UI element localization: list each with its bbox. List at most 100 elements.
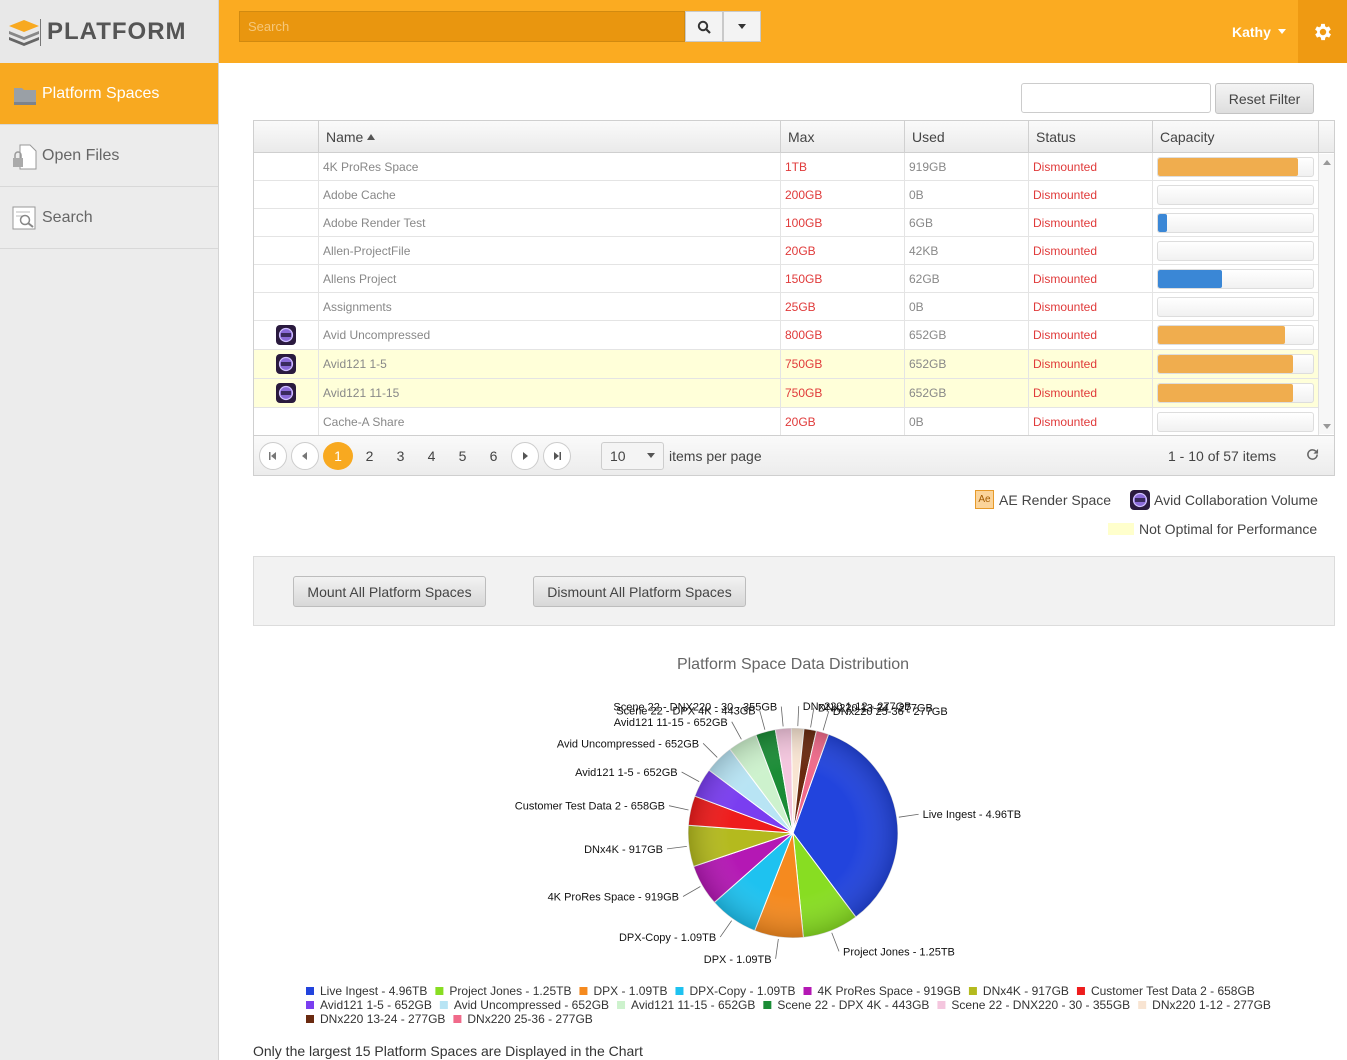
table-row[interactable]: Avid121 11-15 750GB 652GB Dismounted	[254, 379, 1334, 408]
table-row[interactable]: Adobe Render Test 100GB 6GB Dismounted	[254, 209, 1334, 237]
legend-item[interactable]: Avid Uncompressed - 652GB	[454, 998, 609, 1012]
column-header-status[interactable]: Status	[1029, 121, 1153, 153]
slice-label: Scene 22 - DNX220 - 30 - 355GB	[613, 702, 777, 714]
legend-label: Not Optimal for Performance	[1139, 521, 1318, 537]
avid-volume-icon	[276, 325, 296, 345]
settings-button[interactable]	[1298, 0, 1347, 63]
space-status: Dismounted	[1029, 237, 1153, 264]
brand-logo[interactable]: PLATFORM	[0, 0, 218, 63]
capacity-cell	[1153, 350, 1319, 378]
table-row[interactable]: Allens Project 150GB 62GB Dismounted	[254, 265, 1334, 293]
space-used: 919GB	[905, 153, 1029, 180]
previous-page-button[interactable]	[291, 441, 319, 470]
mount-all-button[interactable]: Mount All Platform Spaces	[293, 576, 486, 607]
column-header-capacity[interactable]: Capacity	[1153, 121, 1319, 153]
space-name: Avid Uncompressed	[319, 321, 781, 349]
first-page-button[interactable]	[259, 441, 287, 470]
legend-item[interactable]: DNx220 1-12 - 277GB	[1152, 998, 1271, 1012]
scroll-down-icon[interactable]	[1319, 422, 1335, 432]
next-page-icon	[523, 451, 528, 460]
slice-leader-line	[780, 706, 784, 727]
search-box	[239, 11, 781, 42]
legend-item[interactable]: Project Jones - 1.25TB	[449, 984, 571, 998]
items-per-page-label: items per page	[669, 447, 762, 464]
sidebar-item-open-files[interactable]: Open Files	[0, 125, 218, 187]
table-row[interactable]: Cache-A Share 20GB 0B Dismounted	[254, 408, 1334, 436]
legend-swatch	[763, 1001, 772, 1009]
folder-icon	[12, 81, 38, 107]
page-4-button[interactable]: 4	[416, 442, 447, 470]
page-3-button[interactable]: 3	[385, 442, 416, 470]
user-menu[interactable]: Kathy	[1232, 24, 1287, 40]
slice-label: Project Jones - 1.25TB	[843, 946, 955, 958]
table-row[interactable]: Avid Uncompressed 800GB 652GB Dismounted	[254, 321, 1334, 350]
table-row[interactable]: Avid121 1-5 750GB 652GB Dismounted	[254, 350, 1334, 379]
capacity-cell	[1153, 153, 1319, 180]
search-button[interactable]	[685, 11, 723, 42]
filter-input[interactable]	[1021, 83, 1211, 113]
sidebar-item-label: Platform Spaces	[42, 84, 160, 102]
legend-item[interactable]: Live Ingest - 4.96TB	[320, 984, 427, 998]
legend-item[interactable]: Avid121 1-5 - 652GB	[320, 998, 432, 1012]
legend-item[interactable]: DPX - 1.09TB	[593, 984, 667, 998]
column-header-name[interactable]: Name	[319, 121, 781, 153]
slice-leader-line	[775, 938, 779, 959]
refresh-button[interactable]	[1306, 448, 1319, 464]
page-6-button[interactable]: 6	[478, 442, 509, 470]
row-icon-cell	[254, 265, 319, 292]
capacity-bar	[1157, 411, 1314, 432]
table-row[interactable]: Assignments 25GB 0B Dismounted	[254, 293, 1334, 321]
legend-item[interactable]: DNx220 25-36 - 277GB	[467, 1012, 592, 1026]
capacity-cell	[1153, 379, 1319, 407]
legend-item[interactable]: DNx4K - 917GB	[983, 984, 1069, 998]
column-header-max[interactable]: Max	[781, 121, 905, 153]
dismount-all-button[interactable]: Dismount All Platform Spaces	[533, 576, 746, 607]
space-status: Dismounted	[1029, 293, 1153, 320]
legend-item[interactable]: DPX-Copy - 1.09TB	[689, 984, 795, 998]
last-page-icon	[554, 451, 561, 460]
reset-filter-button[interactable]: Reset Filter	[1215, 83, 1314, 114]
sidebar-item-search[interactable]: Search	[0, 187, 218, 249]
table-row[interactable]: Allen-ProjectFile 20GB 42KB Dismounted	[254, 237, 1334, 265]
sidebar-item-platform-spaces[interactable]: Platform Spaces	[0, 63, 218, 125]
caret-down-icon	[738, 23, 746, 29]
table-row[interactable]: Adobe Cache 200GB 0B Dismounted	[254, 181, 1334, 209]
space-max: 200GB	[781, 181, 905, 208]
legend-item[interactable]: Scene 22 - DPX 4K - 443GB	[777, 998, 929, 1012]
legend-item[interactable]: 4K ProRes Space - 919GB	[818, 984, 961, 998]
column-header-used[interactable]: Used	[905, 121, 1029, 153]
sidebar-item-label: Search	[42, 208, 93, 226]
space-name: Adobe Cache	[319, 181, 781, 208]
page-1-button[interactable]: 1	[323, 441, 353, 470]
table-row[interactable]: 4K ProRes Space 1TB 919GB Dismounted	[254, 153, 1334, 181]
items-per-page-select[interactable]: 10	[601, 441, 664, 470]
slice-leader-line	[702, 743, 718, 758]
page-5-button[interactable]: 5	[447, 442, 478, 470]
gear-icon	[1314, 23, 1331, 40]
legend-item[interactable]: Avid121 11-15 - 652GB	[631, 998, 755, 1012]
search-input[interactable]	[239, 11, 685, 42]
legend-item[interactable]: DNx220 13-24 - 277GB	[320, 1012, 445, 1026]
capacity-bar	[1157, 156, 1314, 177]
last-page-button[interactable]	[543, 441, 571, 470]
search-options-dropdown[interactable]	[723, 11, 761, 42]
capacity-fill	[1158, 355, 1293, 373]
legend-swatch	[1076, 987, 1085, 995]
page-numbers: 123456	[323, 441, 509, 470]
legend-item[interactable]: Scene 22 - DNX220 - 30 - 355GB	[951, 998, 1130, 1012]
capacity-cell	[1153, 293, 1319, 320]
legend-item[interactable]: Customer Test Data 2 - 658GB	[1091, 984, 1255, 998]
row-icon-cell	[254, 321, 319, 349]
legend-avid-collaboration: Avid Collaboration Volume	[1130, 490, 1318, 510]
space-used: 6GB	[905, 209, 1029, 236]
chart-footnote: Only the largest 15 Platform Spaces are …	[253, 1043, 643, 1059]
row-icon-cell	[254, 293, 319, 320]
next-page-button[interactable]	[511, 441, 539, 470]
grid-scrollbar[interactable]	[1318, 154, 1334, 434]
capacity-bar	[1157, 184, 1314, 205]
row-icon-cell	[254, 350, 319, 378]
space-used: 652GB	[905, 379, 1029, 407]
scroll-up-icon[interactable]	[1319, 157, 1335, 167]
slice-leader-line	[719, 920, 732, 938]
page-2-button[interactable]: 2	[354, 442, 385, 470]
